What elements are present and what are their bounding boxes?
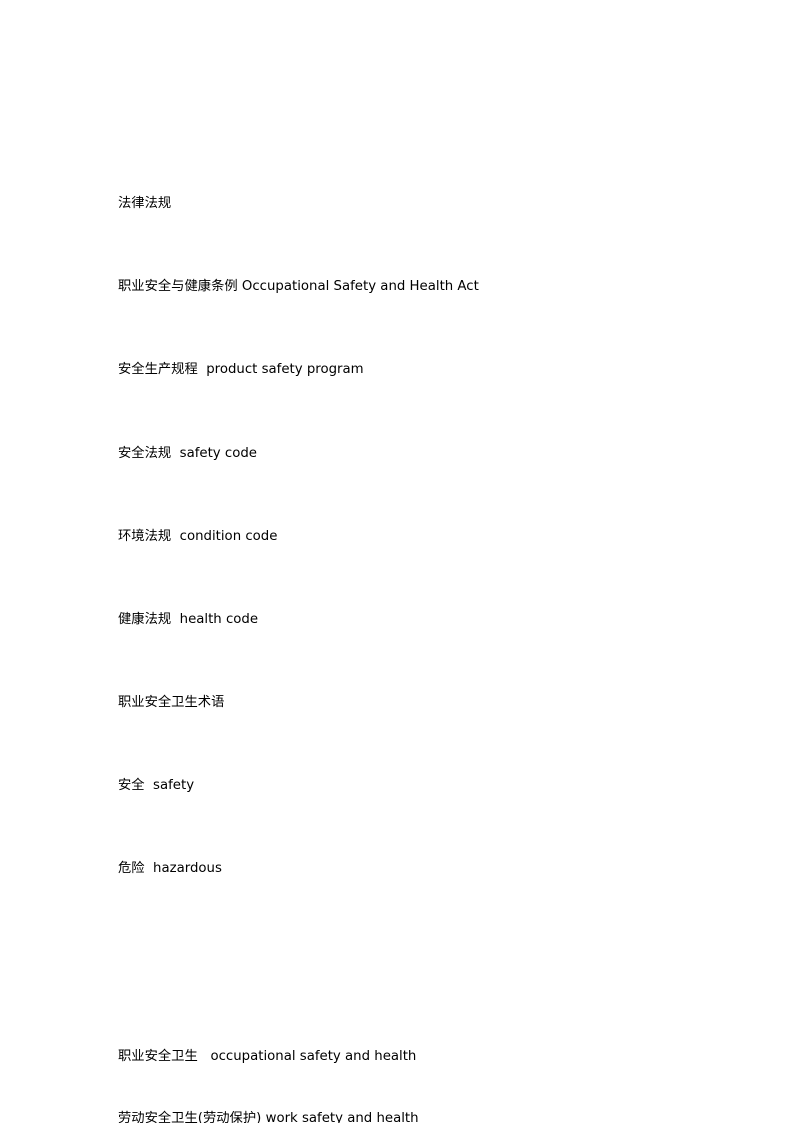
document-page: 法律法规 职业安全与健康条例 Occupational Safety and H…: [0, 0, 794, 1123]
terminology-block-one: 职业安全卫生 occupational safety and health 劳动…: [118, 1005, 718, 1123]
glossary-entry: 安全 safety: [118, 778, 195, 794]
glossary-line: 职业安全卫生 occupational safety and health: [118, 1048, 417, 1064]
glossary-entry: 安全生产规程 product safety program: [118, 362, 364, 378]
glossary-entry: 职业安全与健康条例 Occupational Safety and Health…: [118, 279, 479, 295]
glossary-line: 劳动安全卫生(劳动保护) work safety and health: [118, 1111, 419, 1123]
legal-regulations-section: 法律法规 职业安全与健康条例 Occupational Safety and H…: [118, 152, 718, 942]
glossary-entry: 危险 hazardous: [118, 861, 222, 877]
glossary-entry: 安全法规 safety code: [118, 445, 257, 461]
glossary-entry: 法律法规: [118, 195, 172, 211]
glossary-entry: 健康法规 health code: [118, 611, 259, 627]
glossary-entry: 环境法规 condition code: [118, 528, 278, 544]
glossary-entry: 职业安全卫生术语: [118, 695, 225, 711]
document-body: 法律法规 职业安全与健康条例 Occupational Safety and H…: [118, 90, 718, 1123]
